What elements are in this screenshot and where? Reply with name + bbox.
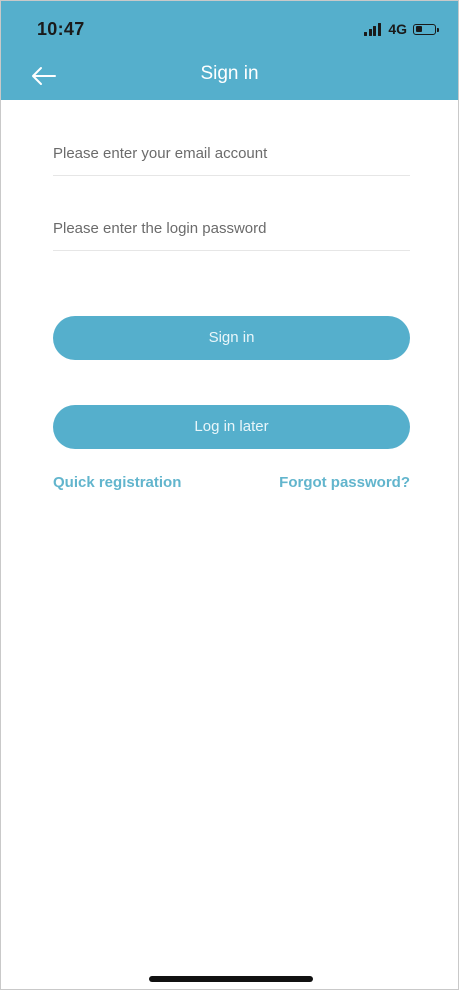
quick-registration-link[interactable]: Quick registration <box>53 474 181 491</box>
forgot-password-link[interactable]: Forgot password? <box>279 474 410 491</box>
password-input[interactable] <box>53 206 410 250</box>
status-indicators: 4G <box>364 20 439 38</box>
password-field-container <box>53 206 410 251</box>
page-title: Sign in <box>200 63 259 84</box>
network-type: 4G <box>388 21 407 37</box>
email-field-container <box>53 131 410 176</box>
home-indicator[interactable] <box>149 976 313 982</box>
header-bar: 10:47 4G Sign in <box>1 1 458 100</box>
email-input[interactable] <box>53 131 410 175</box>
battery-level-fill <box>415 26 423 32</box>
sign-in-button[interactable]: Sign in <box>53 316 410 360</box>
battery-icon <box>413 23 439 35</box>
status-time: 10:47 <box>37 19 85 39</box>
signal-icon <box>364 22 382 36</box>
log-in-later-button[interactable]: Log in later <box>53 405 410 449</box>
app-screen: 10:47 4G Sign in Sign in Log in later <box>0 0 459 990</box>
